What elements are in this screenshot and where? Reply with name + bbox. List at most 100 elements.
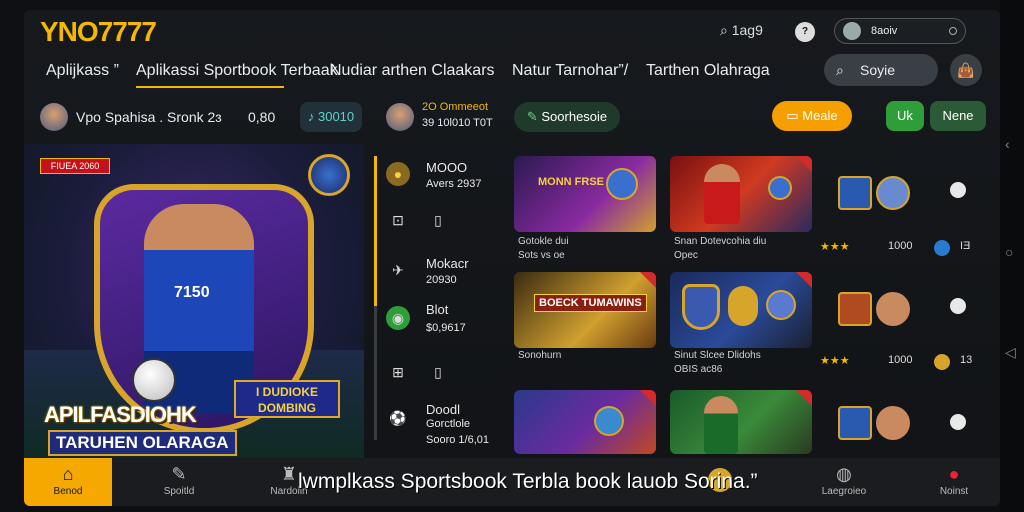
trophy-icon <box>728 286 758 326</box>
category-list: ● MOOO Avers 2937 ⊡ ▯ ✈ Mokacr 20930 ◉ B… <box>374 150 504 450</box>
nav-item-2[interactable]: Aplikassi Sportbook Terbaak <box>136 62 338 80</box>
list-item-title[interactable]: MOOO <box>426 160 467 175</box>
hero-badge: FIUEA 2060 <box>40 158 110 174</box>
search-label: 1ag9 <box>731 22 763 38</box>
coin-icon: ● <box>386 162 410 186</box>
card-corner-badge <box>796 390 812 406</box>
nav-notif[interactable]: ● Noinst <box>924 458 984 506</box>
list-item-sub: Avers 2937 <box>426 178 482 190</box>
rocket-icon: ✈ <box>392 262 404 278</box>
gift-icon[interactable]: ⊞ <box>386 360 410 384</box>
player-figure <box>704 164 740 224</box>
account-switcher[interactable]: 8aoiv <box>834 18 966 44</box>
search-button[interactable]: ⌕ Soyie <box>824 54 938 86</box>
user-bar: Vpo Spahisa . Sronk 2ɜ 0,80 ♪ 30010 2O O… <box>24 96 1000 140</box>
search-button-label: Soyie <box>860 62 896 78</box>
game-card[interactable] <box>514 390 656 454</box>
home-circle-icon[interactable]: ○ <box>1005 244 1013 260</box>
nav-item-4[interactable]: Natur Tarnohar”/ <box>512 62 628 80</box>
nav-item-3[interactable]: Nudiar arthen Claakars <box>330 62 495 80</box>
tile-icon[interactable] <box>838 292 872 326</box>
account-label: 8aoiv <box>871 25 898 37</box>
side-end: IƎ <box>960 240 971 252</box>
nav-item-1[interactable]: Aplijkass ” <box>46 62 119 80</box>
nav-home-label: Benod <box>53 486 83 497</box>
top-search-button[interactable]: ⌕ 1ag9 <box>720 22 763 39</box>
list-item-title[interactable]: Blot <box>426 302 448 317</box>
home-icon: ⌂ <box>62 464 74 484</box>
media-button[interactable]: ▭ Meale <box>772 101 852 131</box>
coin-icon[interactable] <box>934 354 950 370</box>
promo-avatar <box>386 103 414 131</box>
card-corner-badge <box>796 272 812 288</box>
nav-sports[interactable]: ✎ Spoitld <box>144 458 214 506</box>
list-item-sub: 20930 <box>426 274 457 286</box>
player-figure <box>704 396 738 454</box>
nav-sports-label: Spoitld <box>163 486 195 497</box>
game-card[interactable]: BOECK TUMAWINS <box>514 272 656 348</box>
nav-item-5[interactable]: Tarthen Olahraga <box>646 62 770 80</box>
radio-option[interactable] <box>950 182 966 198</box>
list-item-sub: Gorctlole <box>426 418 471 430</box>
none-button[interactable]: Nene <box>930 101 986 131</box>
game-card[interactable] <box>670 272 812 348</box>
sport-pill-label: Soorhesoie <box>541 109 608 124</box>
list-item-title[interactable]: Doodl <box>426 402 460 417</box>
jersey-number: 7150 <box>174 284 210 301</box>
list-item-title[interactable]: Mokacr <box>426 256 469 271</box>
user-avatar[interactable] <box>40 103 68 131</box>
hero-banner[interactable]: 7150 FIUEA 2060 I DUDIOKE DOMBING APILFAS… <box>24 144 364 460</box>
tile-icon[interactable] <box>838 406 872 440</box>
promo-icon: ◍ <box>836 464 852 484</box>
user-name: Vpo Spahisa . Sronk 2ɜ <box>76 109 222 125</box>
back-icon[interactable]: ‹ <box>1005 136 1010 152</box>
app-logo[interactable]: YNO7777 <box>40 16 157 48</box>
bin-icon[interactable]: ▯ <box>426 360 450 384</box>
card-sub: OBIS ac86 <box>674 364 723 375</box>
promo-line1: 2O Ommeeot <box>422 101 489 113</box>
ball-icon <box>876 176 910 210</box>
account-toggle-icon <box>949 27 957 35</box>
lock-icon[interactable]: ⊡ <box>386 208 410 232</box>
tile-icon[interactable] <box>838 176 872 210</box>
football-icon <box>132 358 176 402</box>
card-corner-badge <box>640 390 656 406</box>
side-stat: 1000 <box>888 240 913 252</box>
recent-icon[interactable]: ◁ <box>1005 344 1016 361</box>
card-banner: MONN FRSE <box>538 176 604 188</box>
nav-promo-label: Laegroieo <box>821 486 867 497</box>
nav-promo[interactable]: ◍ Laegroieo <box>804 458 884 506</box>
nav-home[interactable]: ⌂ Benod <box>24 458 112 506</box>
game-card[interactable] <box>670 156 812 232</box>
nav-active-indicator <box>136 86 284 88</box>
coin-value: 30010 <box>317 109 355 124</box>
avatar <box>843 22 861 40</box>
trash-icon[interactable]: ▯ <box>426 208 450 232</box>
trophy-icon <box>606 168 638 200</box>
game-card[interactable]: MONN FRSE <box>514 156 656 232</box>
football-icon: ⚽ <box>389 410 407 426</box>
game-card[interactable] <box>670 390 812 454</box>
side-stat: 1000 <box>888 354 913 366</box>
radio-option[interactable] <box>950 298 966 314</box>
edit-icon: ✎ <box>171 464 187 484</box>
radio-option[interactable] <box>950 414 966 430</box>
wallet-icon[interactable]: 👜 <box>950 54 982 86</box>
media-icon: ▭ <box>786 108 799 123</box>
coin-icon: ♪ <box>307 109 315 124</box>
coin-balance[interactable]: ♪ 30010 <box>300 102 362 132</box>
medal-icon <box>766 290 796 320</box>
info-icon[interactable] <box>934 240 950 256</box>
card-banner: BOECK TUMAWINS <box>534 294 647 312</box>
bell-icon: ● <box>948 464 960 484</box>
sport-pill[interactable]: ✎ Soorhesoie <box>514 102 620 132</box>
green-badge-icon: ◉ <box>386 306 410 330</box>
help-icon[interactable]: ? <box>795 22 815 42</box>
trophy-icon <box>308 154 350 196</box>
promo-line2: 39 10l010 T0T <box>422 117 493 129</box>
uk-button[interactable]: Uk <box>886 101 924 131</box>
side-end: 13 <box>960 354 973 366</box>
card-corner-badge <box>640 272 656 288</box>
nav-notif-label: Noinst <box>939 486 969 497</box>
card-corner-badge <box>796 156 812 172</box>
